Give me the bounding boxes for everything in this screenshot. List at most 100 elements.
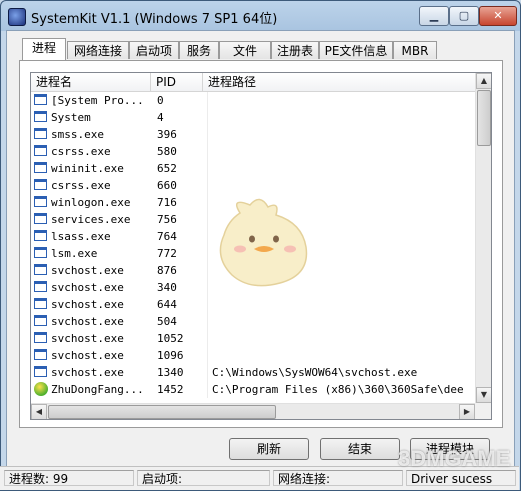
process-icon (34, 281, 47, 292)
process-icon (34, 332, 47, 343)
table-row[interactable]: System 4 (31, 109, 475, 126)
table-row[interactable]: csrss.exe 580 (31, 143, 475, 160)
process-icon (34, 111, 47, 122)
process-pid: 1096 (157, 349, 184, 362)
tab-files[interactable]: 文件 (219, 41, 271, 59)
table-row[interactable]: svchost.exe 1052 (31, 330, 475, 347)
process-pid: 772 (157, 247, 177, 260)
tab-registry[interactable]: 注册表 (271, 41, 319, 59)
process-pid: 756 (157, 213, 177, 226)
process-pid: 876 (157, 264, 177, 277)
process-name: svchost.exe (51, 298, 124, 311)
table-row[interactable]: svchost.exe 1340 C:\Windows\SysWOW64\svcho… (31, 364, 475, 381)
process-icon (34, 128, 47, 139)
process-path (207, 330, 475, 347)
status-startup: 启动项: (137, 470, 270, 486)
process-pid: 0 (157, 94, 164, 107)
tab-pe-info[interactable]: PE文件信息 (319, 41, 393, 59)
status-process-count: 进程数: 99 (4, 470, 134, 486)
process-pid: 764 (157, 230, 177, 243)
process-name: lsass.exe (51, 230, 111, 243)
process-pid: 1452 (157, 383, 184, 396)
table-row[interactable]: svchost.exe 644 (31, 296, 475, 313)
table-row[interactable]: svchost.exe 1096 (31, 347, 475, 364)
process-name: [System Pro... (51, 94, 144, 107)
tab-services[interactable]: 服务 (179, 41, 219, 59)
process-name: svchost.exe (51, 264, 124, 277)
process-icon (34, 230, 47, 241)
status-driver: Driver sucess (406, 470, 516, 486)
process-path (207, 160, 475, 177)
end-process-button[interactable]: 结束 (320, 438, 400, 460)
360-shield-icon (34, 382, 48, 396)
process-name: winlogon.exe (51, 196, 131, 209)
process-pid: 504 (157, 315, 177, 328)
scroll-corner (475, 403, 491, 419)
process-path (207, 296, 475, 313)
process-icon (34, 366, 47, 377)
mascot-watermark-icon (219, 198, 308, 287)
table-row[interactable]: csrss.exe 660 (31, 177, 475, 194)
tab-startup[interactable]: 启动项 (129, 41, 179, 59)
process-path (207, 143, 475, 160)
process-name: svchost.exe (51, 349, 124, 362)
process-icon (34, 179, 47, 190)
process-name: svchost.exe (51, 366, 124, 379)
process-path: C:\Windows\SysWOW64\svchost.exe (207, 364, 475, 381)
table-row[interactable]: svchost.exe 504 (31, 313, 475, 330)
process-name: svchost.exe (51, 332, 124, 345)
scroll-right-arrow-icon[interactable]: ▶ (459, 404, 475, 419)
table-row[interactable]: ZhuDongFang... 1452 C:\Program Files (x86)… (31, 381, 475, 398)
tab-processes[interactable]: 进程 (22, 38, 66, 60)
title-bar[interactable]: SystemKit V1.1 (Windows 7 SP1 64位) ▁ ▢ ✕ (1, 1, 520, 31)
process-name: services.exe (51, 213, 131, 226)
table-row[interactable]: wininit.exe 652 (31, 160, 475, 177)
process-icon (34, 315, 47, 326)
list-header: 进程名 PID 进程路径 (31, 73, 475, 92)
tab-network[interactable]: 网络连接 (67, 41, 129, 59)
process-name: wininit.exe (51, 162, 124, 175)
process-path (207, 313, 475, 330)
process-icon (34, 298, 47, 309)
process-pid: 396 (157, 128, 177, 141)
process-path (207, 109, 475, 126)
horizontal-scroll-thumb[interactable] (48, 405, 276, 419)
process-pid: 1052 (157, 332, 184, 345)
process-pid: 1340 (157, 366, 184, 379)
process-name: lsm.exe (51, 247, 98, 260)
scroll-down-arrow-icon[interactable]: ▼ (476, 387, 491, 403)
column-header-name[interactable]: 进程名 (31, 73, 151, 91)
process-path (207, 92, 475, 109)
process-pid: 580 (157, 145, 177, 158)
process-icon (34, 213, 47, 224)
watermark-logo: 3DMGAME (398, 446, 511, 471)
process-name: csrss.exe (51, 179, 111, 192)
refresh-button[interactable]: 刷新 (229, 438, 309, 460)
minimize-button[interactable]: ▁ (419, 6, 449, 26)
process-icon (34, 145, 47, 156)
process-pid: 660 (157, 179, 177, 192)
process-pid: 652 (157, 162, 177, 175)
process-pid: 716 (157, 196, 177, 209)
table-row[interactable]: smss.exe 396 (31, 126, 475, 143)
app-icon (8, 8, 26, 26)
column-header-pid[interactable]: PID (151, 73, 203, 91)
window-title: SystemKit V1.1 (Windows 7 SP1 64位) (31, 12, 278, 27)
process-path (207, 126, 475, 143)
horizontal-scrollbar[interactable]: ◀ ▶ (31, 403, 475, 419)
process-pid: 644 (157, 298, 177, 311)
tab-mbr[interactable]: MBR (393, 41, 437, 59)
process-icon (34, 162, 47, 173)
close-button[interactable]: ✕ (479, 6, 517, 26)
vertical-scroll-thumb[interactable] (477, 90, 491, 146)
scroll-left-arrow-icon[interactable]: ◀ (31, 404, 47, 419)
scroll-up-arrow-icon[interactable]: ▲ (476, 73, 491, 89)
column-header-path[interactable]: 进程路径 (203, 73, 475, 91)
maximize-button[interactable]: ▢ (449, 6, 479, 26)
process-icon (34, 196, 47, 207)
vertical-scrollbar[interactable]: ▲ ▼ (475, 73, 491, 403)
process-icon (34, 94, 47, 105)
table-row[interactable]: [System Pro... 0 (31, 92, 475, 109)
process-name: csrss.exe (51, 145, 111, 158)
process-name: System (51, 111, 91, 124)
